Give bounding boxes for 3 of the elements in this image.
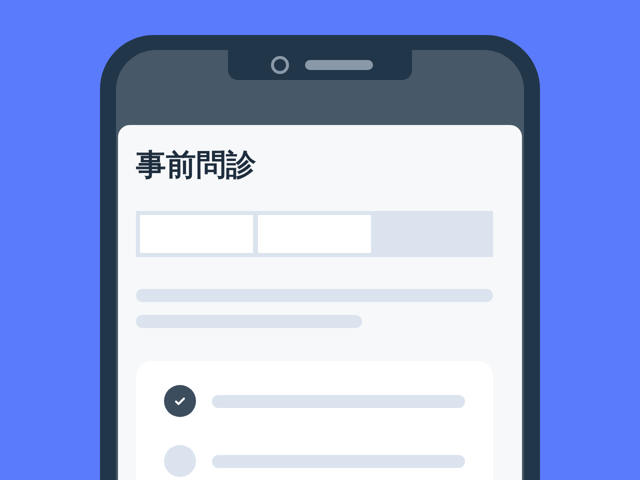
camera-icon (271, 56, 289, 74)
page-title: 事前問診 (136, 147, 256, 185)
speaker-icon (305, 60, 373, 70)
